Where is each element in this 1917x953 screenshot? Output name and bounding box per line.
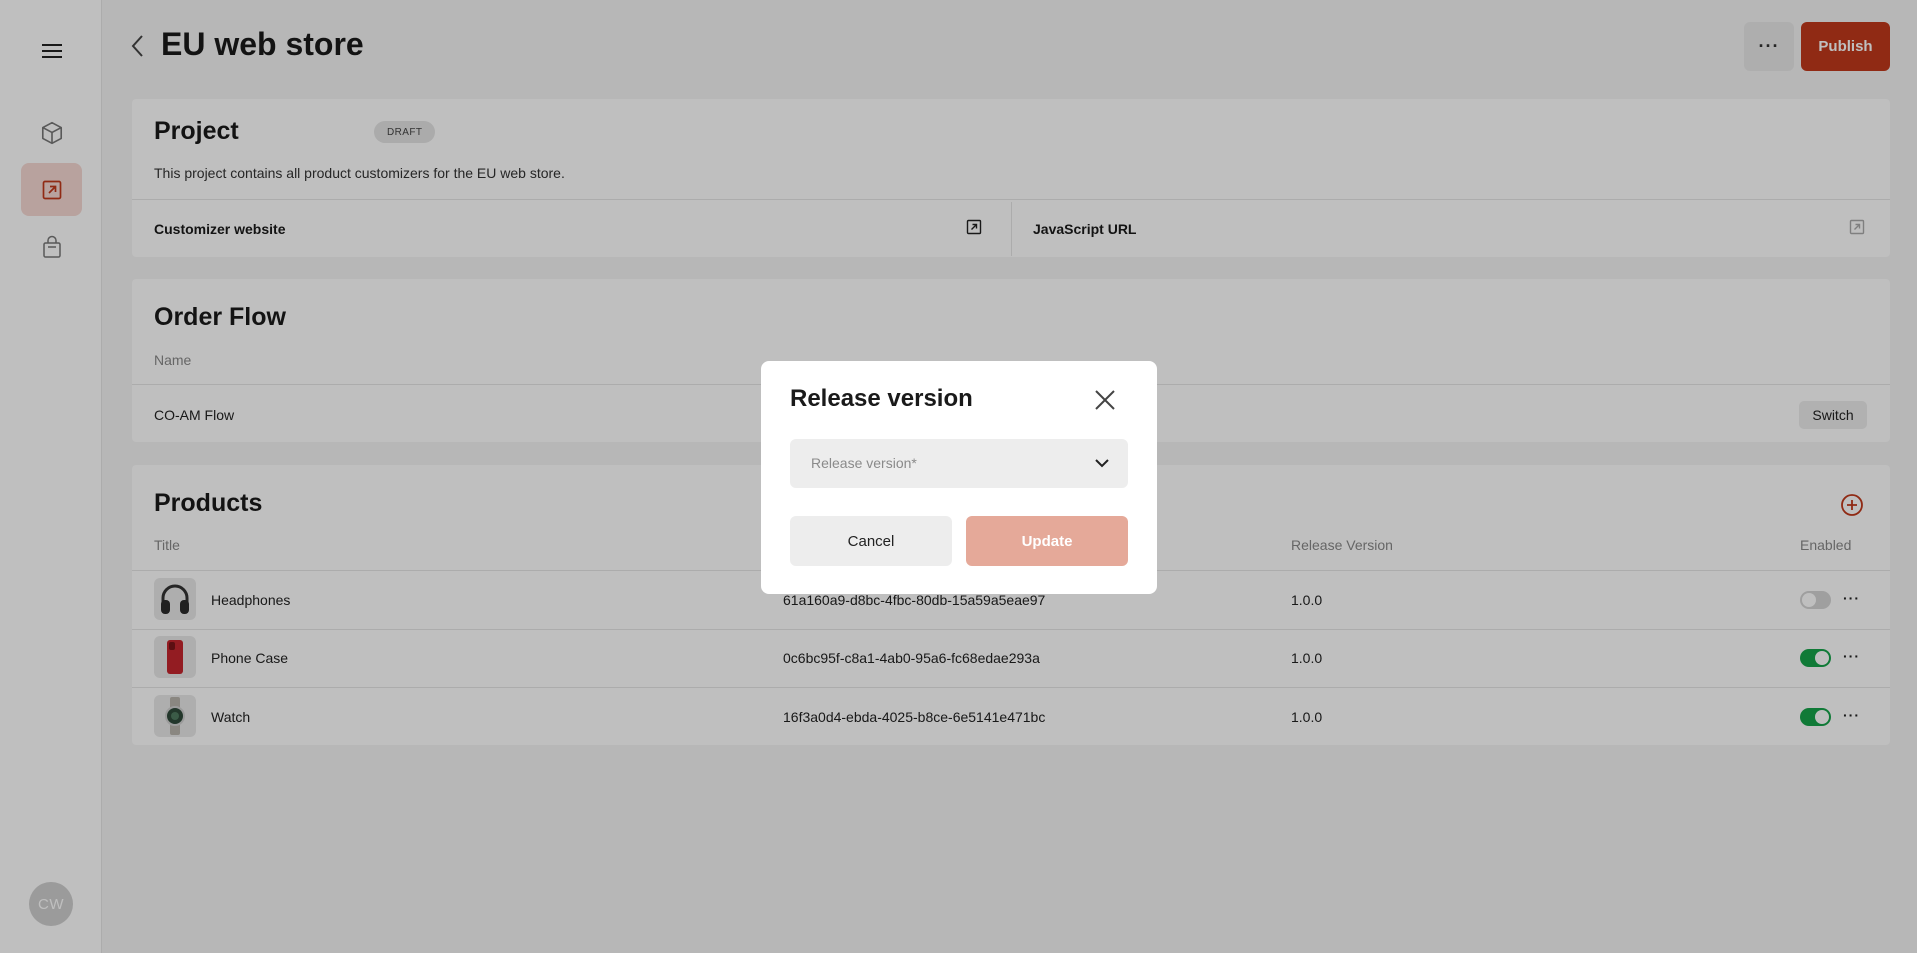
chevron-down-icon [1095, 459, 1109, 468]
release-version-dialog: Release version Release version* Cancel … [761, 361, 1157, 594]
update-button[interactable]: Update [966, 516, 1128, 566]
dialog-title: Release version [790, 385, 973, 412]
cancel-button[interactable]: Cancel [790, 516, 952, 566]
select-placeholder: Release version* [811, 455, 917, 471]
release-version-select[interactable]: Release version* [790, 439, 1128, 488]
close-button[interactable] [1090, 385, 1120, 415]
close-icon [1095, 390, 1115, 410]
